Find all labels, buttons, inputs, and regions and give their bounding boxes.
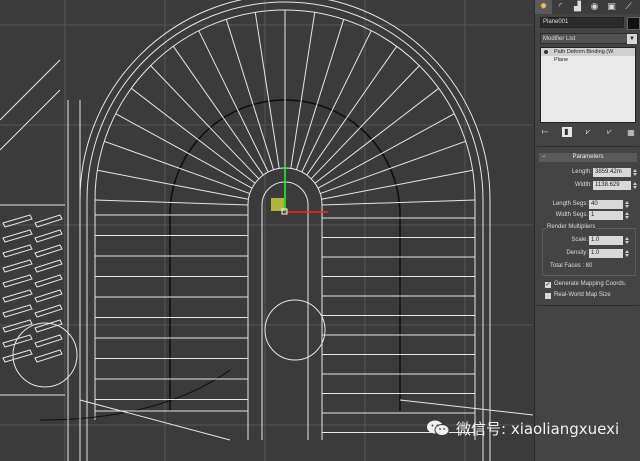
length-segs-spinner-arrows[interactable]	[625, 200, 630, 209]
chevron-down-icon: ▼	[627, 34, 637, 44]
length-segs-label: Length Segs:	[552, 201, 588, 207]
tread-line	[314, 87, 440, 184]
remove-modifier-icon[interactable]: ⩗	[605, 127, 615, 137]
louver-line	[34, 229, 63, 243]
object-name-field[interactable]: Plane001	[540, 17, 624, 28]
stack-item-label: Path Deform Binding (W	[554, 49, 614, 55]
watermark-text: 微信号: xiaoliangxuexi	[456, 419, 620, 438]
configure-sets-icon[interactable]: ▦	[626, 128, 636, 137]
width-label: Width:	[574, 182, 592, 188]
louver-line	[34, 289, 63, 303]
modifier-list-dropdown[interactable]: Modifier List ▼	[540, 33, 638, 44]
divider	[537, 305, 639, 306]
perspective-viewport[interactable]	[0, 0, 533, 461]
command-panel-tabs: ✹ ◜ ▟ ◉ ▣ ⟋	[535, 0, 640, 14]
louver-line	[2, 319, 33, 333]
width-segs-spinner-arrows[interactable]	[625, 211, 630, 220]
newel-inner-outline	[261, 181, 309, 440]
divider	[537, 146, 639, 147]
density-label: Density:	[566, 250, 588, 256]
viewport-scene[interactable]	[0, 0, 533, 461]
generate-mapping-label: Generate Mapping Coords.	[554, 281, 627, 287]
collapse-icon: −	[542, 154, 546, 160]
scale-label: Scale:	[571, 237, 588, 243]
object-color-swatch[interactable]	[627, 17, 640, 30]
modify-tab-icon[interactable]: ◜	[552, 0, 569, 14]
stack-item-path-deform[interactable]: Path Deform Binding (W	[541, 48, 635, 56]
wechat-watermark: 微信号: xiaoliangxuexi	[426, 413, 619, 443]
render-multipliers-label: Render Multipliers	[546, 224, 597, 230]
command-panel: ✹ ◜ ▟ ◉ ▣ ⟋ Plane001 Modifier List ▼ Path Def…	[534, 0, 640, 461]
tread-line	[130, 87, 256, 184]
total-faces-readout: Total Faces : 80	[550, 263, 593, 269]
louver-line	[34, 349, 63, 363]
hierarchy-tab-icon[interactable]: ▟	[569, 0, 586, 14]
tread-line	[290, 12, 316, 169]
wall-line	[79, 399, 231, 441]
tread-line	[301, 30, 372, 173]
width-segs-spinner[interactable]: 1	[589, 211, 623, 220]
parameters-title: Parameters	[572, 154, 604, 160]
stack-item-label: Plane	[554, 57, 569, 63]
parameters-rollout-header[interactable]: − Parameters	[539, 153, 637, 162]
real-world-map-size-checkbox[interactable]	[545, 293, 551, 299]
length-spinner-arrows[interactable]	[633, 168, 638, 177]
make-unique-icon[interactable]: ⩗	[583, 127, 593, 137]
diagonal-line	[0, 59, 61, 121]
scale-spinner-arrows[interactable]	[625, 236, 630, 245]
real-world-map-size-label: Real-World Map Size	[554, 292, 611, 298]
width-segs-label: Width Segs:	[555, 212, 588, 218]
width-spinner-arrows[interactable]	[633, 181, 638, 190]
length-spinner[interactable]: 3859.42m	[593, 168, 631, 177]
louver-line	[2, 274, 33, 288]
louver-line	[34, 334, 63, 348]
create-tab-icon[interactable]: ✹	[535, 0, 552, 14]
length-segs-spinner[interactable]: 40	[589, 200, 623, 209]
scale-spinner[interactable]: 1.0	[589, 236, 623, 245]
light-bulb-icon[interactable]	[544, 49, 548, 54]
tread-line	[198, 30, 269, 173]
louver-line	[2, 304, 33, 318]
tread-line	[225, 19, 275, 170]
louver-line	[2, 229, 33, 243]
density-spinner-arrows[interactable]	[625, 249, 630, 258]
louver-line	[34, 304, 63, 318]
generate-mapping-checkbox[interactable]: ✓	[545, 282, 551, 288]
louver-line	[2, 259, 33, 273]
modifier-stack[interactable]: Path Deform Binding (W Plane	[540, 47, 636, 123]
tread-line	[295, 19, 345, 170]
louver-line	[2, 349, 33, 363]
louver-line	[2, 244, 33, 258]
pin-stack-icon[interactable]: ⟝	[540, 127, 550, 137]
width-spinner[interactable]: 1138.629	[593, 181, 631, 190]
utilities-tab-icon[interactable]: ⟋	[620, 0, 637, 14]
stack-toolbar: ⟝ ▮ ⩗ ⩗ ▦	[540, 126, 636, 138]
louver-line	[2, 289, 33, 303]
motion-tab-icon[interactable]: ◉	[586, 0, 603, 14]
newel-post-circle	[264, 299, 326, 361]
density-spinner[interactable]: 1.0	[589, 249, 623, 258]
louver-line	[34, 244, 63, 258]
louver-line	[34, 259, 63, 273]
length-label: Length:	[571, 169, 592, 175]
stack-item-plane[interactable]: Plane	[541, 56, 635, 64]
louver-line	[34, 274, 63, 288]
louver-line	[2, 334, 33, 348]
diagonal-line	[0, 89, 61, 151]
wechat-icon	[426, 419, 450, 437]
display-tab-icon[interactable]: ▣	[603, 0, 620, 14]
modifier-list-label: Modifier List	[543, 36, 576, 42]
show-end-result-icon[interactable]: ▮	[561, 127, 572, 137]
tread-line	[254, 12, 280, 169]
